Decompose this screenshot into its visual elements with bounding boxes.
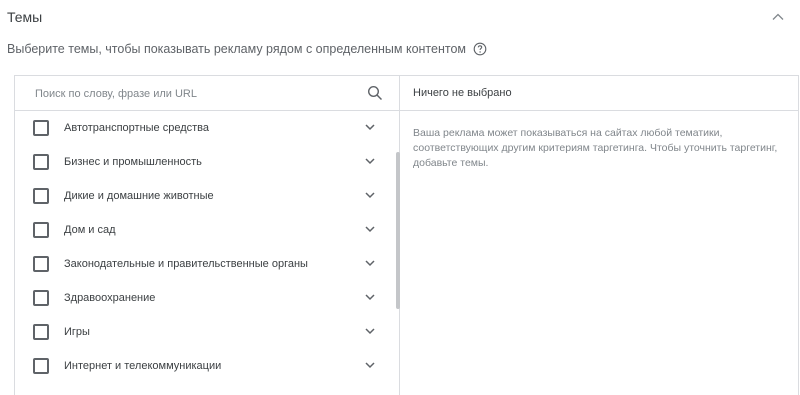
chevron-down-icon[interactable] — [363, 256, 377, 270]
selected-topics-pane: Ничего не выбрано Ваша реклама может пок… — [400, 76, 799, 395]
checkbox[interactable] — [33, 256, 49, 272]
chevron-up-icon[interactable] — [770, 9, 786, 25]
chevron-down-icon[interactable] — [363, 120, 377, 134]
topic-item[interactable]: Бизнес и промышленность — [15, 145, 393, 179]
checkbox[interactable] — [33, 154, 49, 170]
checkbox[interactable] — [33, 358, 49, 374]
topics-list: Автотранспортные средства Бизнес и промы… — [15, 111, 393, 383]
section-title: Темы — [7, 9, 43, 25]
topic-item[interactable]: Автотранспортные средства — [15, 111, 393, 145]
topic-item[interactable]: Игры — [15, 315, 393, 349]
chevron-down-icon[interactable] — [363, 324, 377, 338]
topic-label: Интернет и телекоммуникации — [64, 360, 222, 372]
section-subtitle: Выберите темы, чтобы показывать рекламу … — [7, 42, 466, 56]
chevron-down-icon[interactable] — [363, 290, 377, 304]
checkbox[interactable] — [33, 290, 49, 306]
topic-label: Дикие и домашние животные — [64, 190, 214, 202]
checkbox[interactable] — [33, 324, 49, 340]
topics-browser: Автотранспортные средства Бизнес и промы… — [15, 76, 400, 395]
topic-label: Автотранспортные средства — [64, 122, 210, 134]
search-icon[interactable] — [367, 85, 383, 101]
help-circle-icon[interactable] — [473, 42, 487, 56]
section-subtitle-row: Выберите темы, чтобы показывать рекламу … — [7, 42, 487, 56]
selected-description: Ваша реклама может показываться на сайта… — [413, 127, 778, 169]
checkbox[interactable] — [33, 222, 49, 238]
section-header: Темы — [0, 0, 800, 34]
chevron-down-icon[interactable] — [363, 222, 377, 236]
topic-item[interactable]: Дом и сад — [15, 213, 393, 247]
chevron-down-icon[interactable] — [363, 358, 377, 372]
selected-header-text: Ничего не выбрано — [413, 87, 512, 99]
topic-label: Игры — [64, 326, 90, 338]
checkbox[interactable] — [33, 120, 49, 136]
topic-label: Законодательные и правительственные орга… — [64, 258, 308, 270]
search-input[interactable] — [33, 84, 357, 104]
search-box — [15, 76, 399, 111]
checkbox[interactable] — [33, 188, 49, 204]
topic-item[interactable]: Интернет и телекоммуникации — [15, 349, 393, 383]
topic-item[interactable]: Здравоохранение — [15, 281, 393, 315]
selected-header: Ничего не выбрано — [400, 76, 799, 111]
topics-panel: Автотранспортные средства Бизнес и промы… — [14, 75, 799, 395]
chevron-down-icon[interactable] — [363, 188, 377, 202]
topic-label: Здравоохранение — [64, 292, 156, 304]
topic-item[interactable]: Законодательные и правительственные орга… — [15, 247, 393, 281]
topic-item[interactable]: Дикие и домашние животные — [15, 179, 393, 213]
topic-label: Бизнес и промышленность — [64, 156, 202, 168]
topic-label: Дом и сад — [64, 224, 116, 236]
chevron-down-icon[interactable] — [363, 154, 377, 168]
